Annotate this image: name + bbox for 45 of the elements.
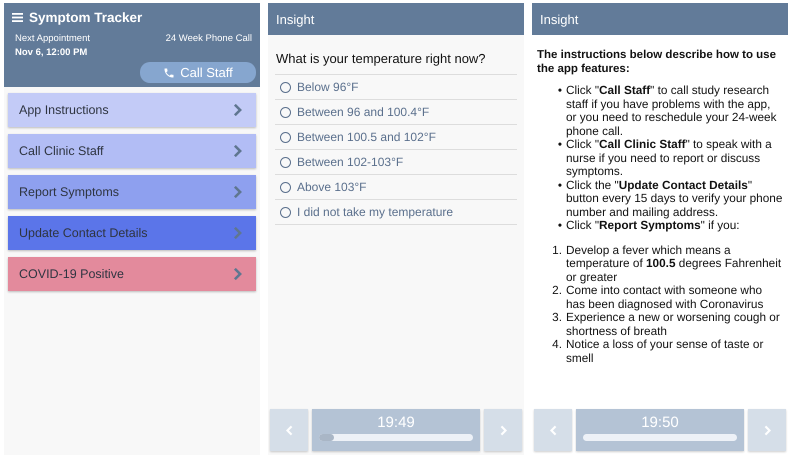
back-button[interactable] xyxy=(270,409,308,451)
menu-item[interactable]: COVID-19 Positive xyxy=(8,257,256,291)
menu-item[interactable]: Update Contact Details xyxy=(8,216,256,250)
appointment-type: 24 Week Phone Call xyxy=(166,33,252,46)
phone-icon xyxy=(163,66,176,78)
appointment-time: Nov 6, 12:00 PM xyxy=(15,47,88,58)
chevron-right-icon xyxy=(764,424,770,436)
radio-option[interactable]: Between 100.5 and 102°F xyxy=(275,125,517,150)
bullet-item: • Click the "Update Contact Details" button every 15 days to verify your phone number and mailing address. xyxy=(556,178,784,219)
chevron-right-icon xyxy=(233,103,242,117)
menu-item[interactable]: Report Symptoms xyxy=(8,175,256,209)
intro-text: The instructions below describe how to use the app features: xyxy=(536,48,777,76)
menu-icon[interactable] xyxy=(12,13,23,22)
radio-option[interactable]: Between 96 and 100.4°F xyxy=(275,100,517,125)
question-text: What is your temperature right now? xyxy=(275,50,487,68)
screen-title-bar: Insight xyxy=(268,3,524,35)
bullet-item: • Click "Call Staff" to call study research staff if you have problems with the app, or you need to reschedule your 24-week phone call. xyxy=(556,84,778,138)
radio-option[interactable]: Above 103°F xyxy=(275,175,517,200)
numbered-item: 2. Come into contact with someone who has been diagnosed with Coronavirus xyxy=(551,284,764,311)
radio-option[interactable]: I did not take my temperature xyxy=(275,200,517,225)
next-button[interactable] xyxy=(748,409,786,451)
timer-text: 19:50 xyxy=(641,414,679,431)
bullet-item: • Click "Call Clinic Staff" to speak with a nurse if you need to report or discuss symptoms. xyxy=(556,138,773,178)
chevron-right-icon xyxy=(500,424,506,436)
timer-text: 19:49 xyxy=(377,414,415,431)
chevron-left-icon xyxy=(550,424,556,436)
chevron-left-icon xyxy=(286,424,292,436)
chevron-right-icon xyxy=(233,226,242,240)
numbered-item: 4. Notice a loss of your sense of taste or smell xyxy=(551,338,764,365)
menu-item[interactable]: Call Clinic Staff xyxy=(8,134,256,168)
bullet-item: • Click "Report Symptoms" if you: xyxy=(556,219,741,232)
chevron-right-icon xyxy=(233,185,242,199)
next-button[interactable] xyxy=(484,409,522,451)
chevron-right-icon xyxy=(233,144,242,158)
screen-title-bar: Insight xyxy=(532,3,788,35)
numbered-item: 1. Develop a fever which means a temperature of 100.5 degrees Fahrenheit or greater xyxy=(551,244,782,284)
menu-item[interactable]: App Instructions xyxy=(8,93,256,127)
back-button[interactable] xyxy=(534,409,572,451)
radio-option[interactable]: Between 102-103°F xyxy=(275,150,517,175)
radio-option[interactable]: Below 96°F xyxy=(275,75,517,100)
numbered-item: 3. Experience a new or worsening cough or shortness of breath xyxy=(551,311,781,338)
chevron-right-icon xyxy=(233,267,242,281)
call-staff-button[interactable]: Call Staff xyxy=(140,62,256,83)
app-title: Symptom Tracker xyxy=(29,10,142,25)
appointment-label: Next Appointment xyxy=(15,33,90,44)
